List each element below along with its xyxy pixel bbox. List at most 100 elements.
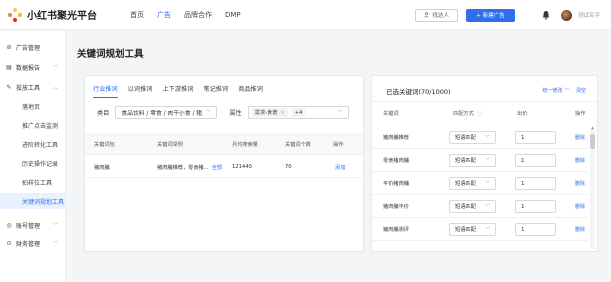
finance-icon: ⊙ [6,239,12,247]
tab-industry[interactable]: 行业推词 [93,84,118,98]
match-type-select[interactable]: 短语匹配 ﹀ [449,131,496,144]
recommend-tabs: 行业推词 以词推词 上下游推词 笔记推词 商品推词 [93,84,273,98]
keyword-recommend-panel: 行业推词 以词推词 上下游推词 笔记推词 商品推词 类目 食品饮料 / 零食 /… [84,75,364,252]
monthly-search: 121440 [232,164,252,170]
chevron-down-icon: ﹀ [484,204,490,210]
selected-keyword: 猪肉脯平价 [383,204,409,210]
sidebar-item-label: 财务管理 [16,240,41,248]
delete-link[interactable]: 删除 [575,218,585,241]
selected-keyword-row: 平价猪肉脯 短语匹配 ﹀ 1 删除 [372,172,588,195]
chevron-down-icon: ﹀ [52,222,58,229]
col-keyword-package: 关键词包 [94,141,115,148]
col-bid: 出价 [517,111,528,117]
find-influencer-button[interactable]: 找达人 [415,8,458,22]
chevron-down-icon: ﹀ [52,240,58,247]
delete-link[interactable]: 删除 [575,149,585,172]
tab-by-keyword[interactable]: 以词推词 [128,84,153,98]
category-label: 类目 [97,110,110,117]
sidebar-subitem-sample-tool[interactable]: 拍样位工具 [0,174,66,190]
logo-icon [8,7,22,22]
brand-logo[interactable]: 小红书聚光平台 [8,7,118,22]
selected-keyword: 平价猪肉脯 [383,181,409,187]
attribute-select[interactable]: 需求-食谱 × +4 ﹀ [247,106,349,119]
tab-notes[interactable]: 笔记推词 [203,84,228,98]
selected-keywords-panel: 已选关键词(70/1000) 统一修改 ﹀ 清空 关键词 匹配方式 ⓘ 出价 操作… [371,75,598,252]
col-keyword: 关键词 [383,111,399,117]
sidebar-subitem-keyword-planner[interactable]: 关键词规划工具 [0,193,66,209]
page-title: 关键词规划工具 [77,49,144,60]
selected-keyword: 猪肉脯测评 [383,227,409,233]
delete-link[interactable]: 删除 [575,195,585,218]
sidebar-item-label: 投放工具 [16,84,41,92]
selected-keywords-title: 已选关键词(70/1000) [386,88,451,96]
match-type-value: 短语匹配 [455,158,476,164]
chart-icon: ▤ [6,63,12,71]
scrollbar-thumb[interactable] [590,134,595,149]
sidebar-subitem-landing-page[interactable]: 落地页 [0,98,66,114]
username[interactable]: 测试名字 [578,11,600,19]
topnav-ads[interactable]: 广告 [157,10,171,20]
match-type-select[interactable]: 短语匹配 ﹀ [449,223,496,236]
top-bar: 小红书聚光平台 首页 广告 品牌合作 DMP 找达人 + 新建广告 测试名字 [0,0,611,30]
topnav-dmp[interactable]: DMP [225,11,241,19]
help-icon[interactable]: ⓘ [477,111,482,117]
match-type-select[interactable]: 短语匹配 ﹀ [449,177,496,190]
chevron-down-icon: ﹀ [484,135,490,141]
new-ad-button[interactable]: + 新建广告 [465,8,515,22]
attribute-label: 属性 [229,110,242,117]
keyword-examples: 猪肉脯推荐，零食猪... 全部 [157,156,222,178]
category-value: 食品饮料 / 零食 / 肉干小食 / 猪 [121,111,203,117]
keyword-count: 70 [285,164,292,170]
topnav-home[interactable]: 首页 [130,10,144,20]
sidebar-item-account[interactable]: ◎ 账号管理 ﹀ [0,217,66,233]
filter-row: 类目 食品饮料 / 零食 / 肉干小食 / 猪 ﹀ 属性 需求-食谱 × +4 … [97,106,349,119]
col-monthly-search: 月均搜索量 [232,141,258,148]
col-action: 操作 [333,141,344,148]
avatar[interactable] [560,9,572,21]
sidebar-subitem-conversion-tools[interactable]: 进阶转化工具 [0,136,66,152]
col-keyword-examples: 关键词举例 [157,141,183,148]
view-all-link[interactable]: 全部 [212,164,222,171]
sidebar-subitem-click-monitor[interactable]: 推广点击监测 [0,117,66,133]
bell-icon[interactable] [541,10,551,20]
chevron-down-icon: ﹀ [564,88,570,94]
batch-modify-button[interactable]: 统一修改 [542,88,562,94]
bid-input[interactable]: 1 [515,177,556,190]
chevron-down-icon: ﹀ [484,181,490,187]
bid-input[interactable]: 1 [515,154,556,167]
match-type-value: 短语匹配 [455,227,476,233]
find-influencer-label: 找达人 [432,13,449,19]
target-icon: ⊘ [6,43,12,51]
scroll-up-icon[interactable]: ▲ [591,125,594,130]
keyword-examples-text: 猪肉脯推荐，零食猪... [157,164,209,171]
category-select[interactable]: 食品饮料 / 零食 / 肉干小食 / 猪 ﹀ [115,106,218,119]
clear-button[interactable]: 清空 [576,88,586,94]
sidebar-item-data-report[interactable]: ▤ 数据报告 ﹀ [0,59,66,75]
delete-link[interactable]: 删除 [575,172,585,195]
selected-keywords-header: 已选关键词(70/1000) 统一修改 ﹀ 清空 [372,76,597,102]
bid-input[interactable]: 1 [515,200,556,213]
tab-supply-chain[interactable]: 上下游推词 [163,84,194,98]
add-link[interactable]: 添加 [335,156,345,178]
sidebar: ⊘ 广告管理 ▤ 数据报告 ﹀ ✎ 投放工具 ︿ 落地页 推广点击监测 进阶转化… [0,31,66,282]
chevron-down-icon: ﹀ [484,227,490,233]
topnav-brand-cooperation[interactable]: 品牌合作 [184,10,212,20]
match-type-select[interactable]: 短语匹配 ﹀ [449,154,496,167]
sidebar-item-ad-management[interactable]: ⊘ 广告管理 [0,39,66,55]
bid-input[interactable]: 1 [515,223,556,236]
bid-input[interactable]: 1 [515,131,556,144]
scrollbar[interactable] [590,131,595,249]
match-type-value: 短语匹配 [455,135,476,141]
sidebar-item-ad-tools[interactable]: ✎ 投放工具 ︿ [0,79,66,95]
delete-link[interactable]: 删除 [575,126,585,149]
keyword-package: 猪肉脯 [94,164,110,171]
match-type-select[interactable]: 短语匹配 ﹀ [449,200,496,213]
close-icon[interactable]: × [280,110,284,116]
col-keyword-count: 关键词个数 [285,141,311,148]
attribute-tag: 需求-食谱 × [251,108,288,117]
sidebar-subitem-history[interactable]: 历史操作记录 [0,155,66,171]
chevron-up-icon: ︿ [52,84,58,91]
tab-products[interactable]: 商品推词 [238,84,263,98]
chevron-down-icon: ﹀ [52,64,58,71]
sidebar-item-finance[interactable]: ⊙ 财务管理 ﹀ [0,235,66,251]
